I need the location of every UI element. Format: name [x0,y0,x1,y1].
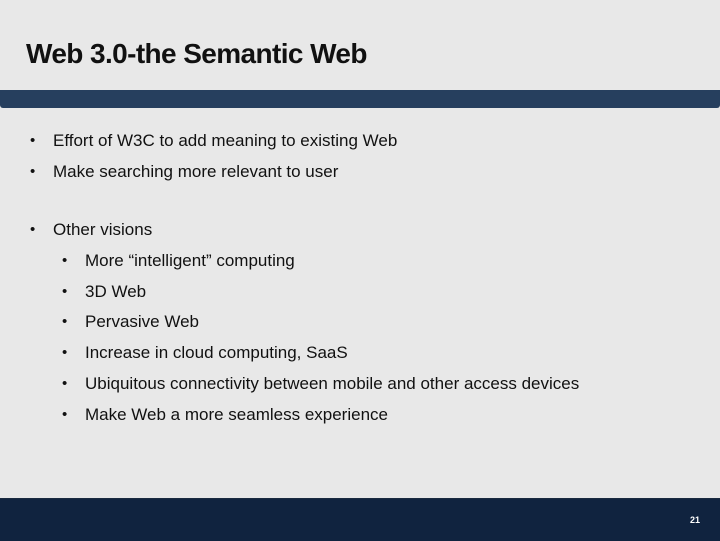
bullet-text: Other visions [53,220,153,239]
bullet-icon: • [62,375,68,392]
slide-title: Web 3.0-the Semantic Web [26,38,367,69]
page-number: 21 [690,515,701,525]
sub-bullet-text: Ubiquitous connectivity between mobile a… [85,374,580,393]
header-band [0,90,720,108]
bullet-icon: • [62,283,68,300]
sub-bullet-text: Pervasive Web [85,312,200,331]
bullet-icon: • [30,221,36,238]
bullet-icon: • [62,252,68,269]
sub-bullet-text: 3D Web [85,282,147,301]
bullet-icon: • [62,406,68,423]
bullet-icon: • [30,132,36,149]
sub-bullet-text: Increase in cloud computing, SaaS [85,343,348,362]
sub-bullet-text: Make Web a more seamless experience [85,405,388,424]
footer-band [0,498,720,541]
bullet-text: Effort of W3C to add meaning to existing… [53,131,398,150]
bullet-icon: • [62,313,68,330]
bullet-icon: • [30,163,36,180]
sub-bullet-text: More “intelligent” computing [85,251,295,270]
bullet-text: Make searching more relevant to user [53,162,339,181]
bullet-icon: • [62,344,68,361]
